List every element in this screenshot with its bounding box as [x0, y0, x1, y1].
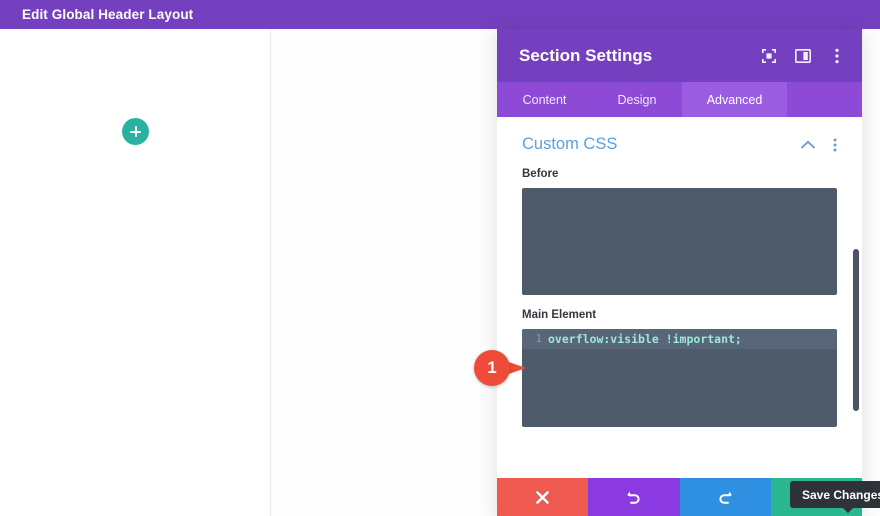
- modal-tabs: Content Design Advanced: [497, 82, 862, 117]
- plus-icon: [130, 126, 141, 137]
- more-options-icon[interactable]: [828, 138, 842, 152]
- field-main-element-css: Main Element 1 overflow:visible !importa…: [497, 309, 862, 427]
- main-element-css-label: Main Element: [522, 309, 597, 321]
- scrollbar-thumb[interactable]: [853, 249, 859, 411]
- undo-button[interactable]: [588, 478, 680, 516]
- main-element-css-editor[interactable]: 1 overflow:visible !important;: [522, 329, 837, 427]
- redo-icon: [719, 491, 732, 504]
- wp-admin-bar: Edit Global Header Layout: [0, 0, 880, 29]
- code-line-number: 1: [535, 333, 542, 345]
- add-section-button[interactable]: [122, 118, 149, 145]
- annotation-pin-1: 1: [474, 350, 530, 386]
- panel-layout-icon[interactable]: [795, 48, 811, 64]
- section-settings-modal: Section Settings Content Design Advanced…: [497, 29, 862, 516]
- save-changes-tooltip-label: Save Changes: [802, 487, 880, 502]
- redo-button[interactable]: [679, 478, 771, 516]
- before-css-editor[interactable]: [522, 188, 837, 295]
- save-changes-tooltip: Save Changes: [790, 481, 880, 513]
- cancel-button[interactable]: [497, 478, 589, 516]
- canvas-left-column: [0, 29, 271, 516]
- modal-header: Section Settings: [497, 29, 862, 82]
- field-before-css: Before: [497, 168, 862, 295]
- modal-header-actions: [761, 48, 845, 64]
- code-line[interactable]: 1 overflow:visible !important;: [522, 329, 837, 349]
- tab-advanced[interactable]: Advanced: [682, 82, 787, 117]
- close-icon: [536, 490, 549, 504]
- annotation-pin-number: 1: [487, 358, 497, 377]
- page-title: Edit Global Header Layout: [22, 7, 194, 22]
- more-options-icon[interactable]: [829, 48, 845, 64]
- tab-content[interactable]: Content: [497, 82, 592, 117]
- chevron-up-icon[interactable]: [801, 138, 815, 152]
- tab-design[interactable]: Design: [592, 82, 682, 117]
- custom-css-section-header[interactable]: Custom CSS: [497, 117, 862, 154]
- tab-filler: [787, 82, 862, 117]
- screen-root: Edit Global Header Layout Section Settin…: [0, 0, 880, 516]
- modal-title: Section Settings: [519, 45, 653, 65]
- code-line-text: overflow:visible !important;: [548, 332, 742, 346]
- modal-body: Custom CSS Before Main Element 1 overflo…: [497, 117, 862, 478]
- custom-css-title: Custom CSS: [522, 135, 618, 153]
- tab-advanced-label: Advanced: [706, 92, 763, 107]
- tab-design-label: Design: [617, 92, 657, 107]
- tab-content-label: Content: [522, 92, 567, 107]
- custom-css-actions: [801, 138, 842, 152]
- focus-mode-icon[interactable]: [761, 48, 777, 64]
- undo-icon: [627, 491, 640, 504]
- modal-scrollbar[interactable]: [853, 125, 859, 470]
- before-css-label: Before: [522, 168, 559, 180]
